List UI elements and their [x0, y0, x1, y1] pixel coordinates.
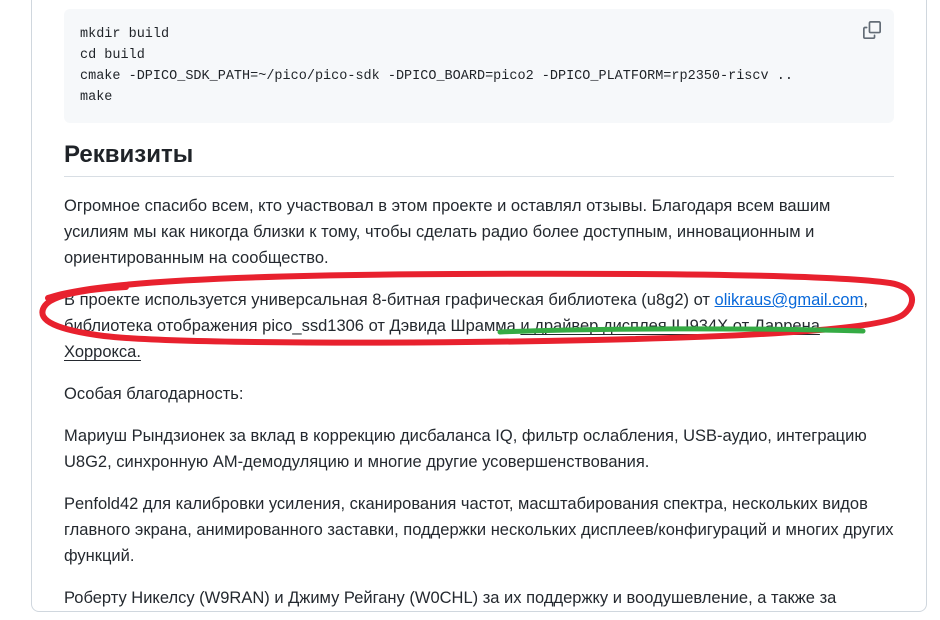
- copy-button[interactable]: [858, 17, 886, 45]
- paragraph-mariusz: Мариуш Рындзионек за вклад в коррекцию д…: [64, 423, 894, 475]
- paragraph-robert-jim: Роберту Никелсу (W9RAN) и Джиму Рейгану …: [64, 585, 894, 620]
- readme-page: mkdir build cd build cmake -DPICO_SDK_PA…: [0, 0, 940, 620]
- code-text[interactable]: mkdir build cd build cmake -DPICO_SDK_PA…: [80, 24, 878, 108]
- paragraph-credits: В проекте используется универсальная 8-б…: [64, 287, 894, 365]
- section-heading: Реквизиты: [64, 141, 894, 177]
- paragraph-thanks: Огромное спасибо всем, кто участвовал в …: [64, 193, 894, 271]
- readme-card: mkdir build cd build cmake -DPICO_SDK_PA…: [31, 0, 927, 612]
- paragraph-penfold: Penfold42 для калибровки усиления, скани…: [64, 491, 894, 569]
- paragraph-special-thanks: Особая благодарность:: [64, 381, 894, 407]
- credits-text-before-link: В проекте используется универсальная 8-б…: [64, 291, 715, 309]
- readme-text: Огромное спасибо всем, кто участвовал в …: [64, 193, 894, 620]
- email-link[interactable]: olikraus@gmail.com: [715, 291, 864, 309]
- copy-icon: [863, 21, 881, 42]
- code-block: mkdir build cd build cmake -DPICO_SDK_PA…: [64, 9, 894, 123]
